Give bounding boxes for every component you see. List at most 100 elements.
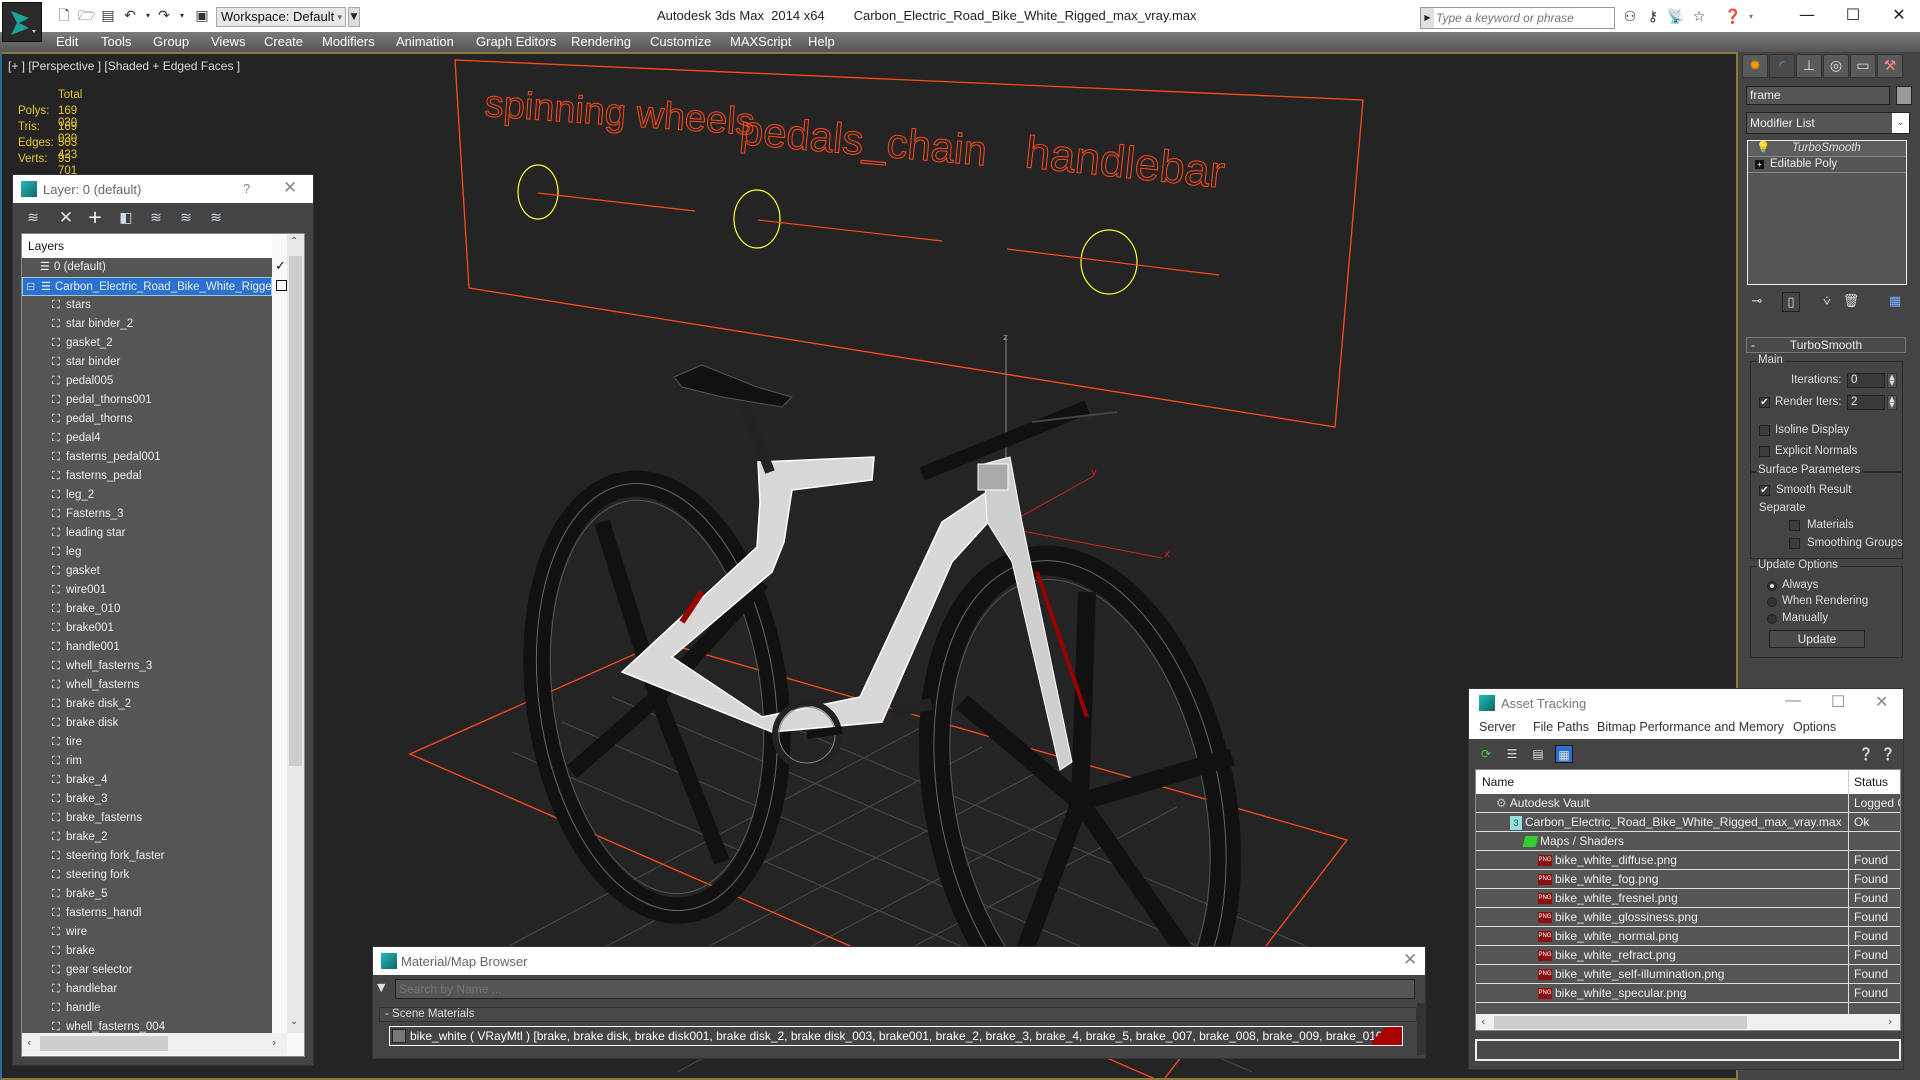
menu-customize[interactable]: Customize [650,34,711,49]
binoculars-icon[interactable]: ⚇ [1620,8,1640,26]
help-icon[interactable]: ❓ [1723,8,1743,26]
layer-object-row[interactable]: ⛶ tire [22,733,272,752]
hide-freeze-all-icon[interactable]: ≋ [206,208,226,228]
lightbulb-icon[interactable]: 💡 [1756,141,1770,156]
application-menu-button[interactable] [2,2,42,42]
scene-label-pedals-chain[interactable]: pedals_chain [738,106,990,175]
layer-object-row[interactable]: ⛶ handle [22,999,272,1018]
layer-object-row[interactable]: ⛶ star binder [22,353,272,372]
layer-object-row[interactable]: ⛶ brake_fasterns [22,809,272,828]
render-iters-spinner[interactable]: 2 [1847,395,1885,410]
layer-object-row[interactable]: ⛶ fasterns_pedal001 [22,448,272,467]
iterations-spinner-arrows[interactable]: ▲ ▼ [1887,373,1897,388]
hierarchy-tab-icon[interactable]: ⊥ [1796,54,1822,78]
layer-tree[interactable]: Layers ☰ 0 (default) ⊟ ☰ Carbon_Electric_Ro… [21,233,305,1057]
controller-spinning-wheels[interactable] [517,164,696,220]
menu-rendering[interactable]: Rendering [571,34,631,49]
column-name[interactable]: Name [1482,775,1514,789]
scrollbar-thumb[interactable] [1494,1016,1747,1029]
redo-dropdown-icon[interactable]: ▾ [174,8,190,24]
vault-help-icon[interactable]: ❔ [1857,745,1875,763]
material-vertical-scrollbar[interactable] [1417,1003,1426,1055]
layer-object-row[interactable]: ⛶ brake_5 [22,885,272,904]
layer-object-row[interactable]: ⛶ brake_3 [22,790,272,809]
layer-object-row[interactable]: ⛶ whell_fasterns_004 [22,1018,272,1033]
asset-row[interactable]: PNG bike_white_refract.png Found [1476,946,1900,965]
layer-object-row[interactable]: ⛶ pedal4 [22,429,272,448]
project-icon[interactable]: ▣ [194,8,210,24]
select-layer-icon[interactable]: ≋ [146,208,166,228]
layer-object-row[interactable]: ⛶ handle001 [22,638,272,657]
menu-options[interactable]: Options [1793,720,1836,734]
controller-pedals-chain[interactable] [733,189,943,249]
make-unique-icon[interactable]: ⩒ [1818,292,1836,312]
menu-graph-editors[interactable]: Graph Editors [476,34,556,49]
add-to-layer-icon[interactable]: + [85,208,105,228]
help-dropdown-icon[interactable]: ▾ [1741,8,1761,26]
layer-object-row[interactable]: ⛶ gasket_2 [22,334,272,353]
asset-row[interactable]: PNG bike_white_self-illumination.png Found [1476,965,1900,984]
material-browser-titlebar[interactable]: Material/Map Browser ✕ [373,947,1425,975]
show-end-result-icon[interactable]: ▯ [1782,292,1800,312]
layer-object-row[interactable]: ⛶ leg_2 [22,486,272,505]
layer-row-bike[interactable]: ⊟ ☰ Carbon_Electric_Road_Bike_White_Rigged [22,277,272,296]
satellite-icon[interactable]: 📡 [1666,8,1686,26]
update-button[interactable]: Update [1769,630,1865,648]
scene-materials-group[interactable]: - Scene Materials [379,1007,1417,1022]
scene-label-spinning-wheels[interactable]: spinning wheels [483,83,757,145]
minimize-button[interactable]: — [1784,0,1830,30]
column-status[interactable]: Status [1854,775,1888,789]
close-button[interactable]: ✕ [1876,0,1920,30]
layer-object-row[interactable]: ⛶ brake_2 [22,828,272,847]
manually-radio[interactable] [1767,614,1777,624]
layer-object-row[interactable]: ⛶ gear selector [22,961,272,980]
seat[interactable] [673,364,793,474]
layer-row-default[interactable]: ☰ 0 (default) [22,258,272,277]
collapse-tree-icon[interactable]: ⊟ [26,278,35,297]
workspace-dropdown[interactable]: Workspace: Default ▾ [216,7,346,27]
scroll-left-icon[interactable]: ‹ [27,1036,31,1049]
asset-row[interactable]: PNG bike_white_specular.png Found [1476,984,1900,1003]
minimize-button[interactable]: — [1785,692,1801,710]
scroll-right-icon[interactable]: › [1888,1015,1892,1028]
layer-object-row[interactable]: ⛶ brake_4 [22,771,272,790]
menu-animation[interactable]: Animation [396,34,454,49]
layer-object-row[interactable]: ⛶ steering fork_faster [22,847,272,866]
asset-row[interactable]: PNG bike_white_fog.png Found [1476,870,1900,889]
expand-arrow-icon[interactable]: ▶ [1421,8,1434,28]
layer-object-row[interactable]: ⛶ brake001 [22,619,272,638]
highlight-layer-icon[interactable]: ≋ [176,208,196,228]
stack-item-editable-poly[interactable]: + Editable Poly [1748,157,1906,173]
menu-group[interactable]: Group [153,34,189,49]
asset-row[interactable]: PNG bike_white_diffuse.png Found [1476,851,1900,870]
create-tab-icon[interactable]: ✹ [1742,54,1768,78]
asset-row[interactable]: PNG bike_white_normal.png Found [1476,927,1900,946]
modifier-list-dropdown[interactable]: Modifier List ⌄ [1746,112,1910,134]
keyword-search-input[interactable] [1436,9,1611,27]
list-view-icon[interactable]: ☰ [1503,745,1521,763]
create-layer-icon[interactable]: ≋ [23,208,43,228]
table-view-icon[interactable]: ▦ [1555,745,1573,763]
asset-row[interactable]: 3 Carbon_Electric_Road_Bike_White_Rigged_… [1476,813,1900,832]
help-disabled-icon[interactable]: ❔ [1879,745,1897,763]
scroll-up-icon[interactable]: ⌃ [290,236,298,247]
explicit-normals-checkbox[interactable] [1759,446,1770,457]
viewport-label[interactable]: [+ ] [Perspective ] [Shaded + Edged Face… [8,59,240,73]
modify-tab-icon[interactable]: ◜ [1769,54,1795,78]
layer-object-row[interactable]: ⛶ rim [22,752,272,771]
layer-object-row[interactable]: ⛶ whell_fasterns [22,676,272,695]
save-icon[interactable]: ▤ [100,8,116,24]
star-icon[interactable]: ☆ [1689,8,1709,26]
layer-object-row[interactable]: ⛶ wire001 [22,581,272,600]
scene-label-handlebar[interactable]: handlebar [1022,126,1227,199]
tree-view-icon[interactable]: ▤ [1529,745,1547,763]
asset-row[interactable]: PNG bike_white_glossiness.png Found [1476,908,1900,927]
layer-object-row[interactable]: ⛶ brake disk_2 [22,695,272,714]
smooth-result-checkbox[interactable]: ✔ [1759,485,1770,496]
layer-object-row[interactable]: ⛶ pedal_thorns [22,410,272,429]
menu-modifiers[interactable]: Modifiers [322,34,375,49]
layer-object-row[interactable]: ⛶ leg [22,543,272,562]
layer-object-row[interactable]: ⛶ pedal_thorns001 [22,391,272,410]
asset-horizontal-scrollbar[interactable]: ‹ › [1476,1014,1900,1030]
motion-tab-icon[interactable]: ◎ [1823,54,1849,78]
